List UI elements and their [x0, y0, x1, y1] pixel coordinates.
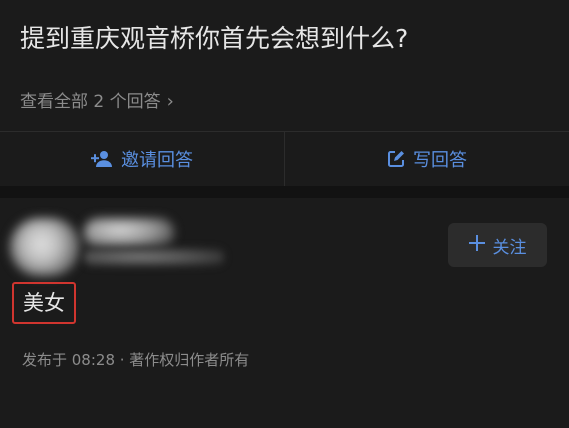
view-all-label: 查看全部 2 个回答	[20, 92, 161, 112]
question-card: 提到重庆观音桥你首先会想到什么? 查看全部 2 个回答 › 邀请回答 写回答	[0, 0, 569, 186]
invite-answer-label: 邀请回答	[121, 149, 193, 171]
plus-icon	[468, 234, 485, 256]
author-name-blurred[interactable]	[84, 218, 234, 266]
answer-meta: 发布于 08:28 · 著作权归作者所有	[22, 351, 250, 369]
write-answer-button[interactable]: 写回答	[285, 131, 569, 186]
view-all-answers-link[interactable]: 查看全部 2 个回答 ›	[20, 90, 174, 114]
avatar[interactable]	[10, 218, 80, 276]
chevron-right-icon: ›	[166, 91, 174, 112]
follow-label: 关注	[492, 237, 527, 258]
author-bio-blur	[84, 248, 224, 266]
answer-card: 关注 美女 发布于 08:28 · 著作权归作者所有	[0, 198, 569, 428]
write-answer-label: 写回答	[413, 149, 467, 171]
question-title[interactable]: 提到重庆观音桥你首先会想到什么?	[20, 22, 408, 56]
invite-answer-button[interactable]: 邀请回答	[0, 131, 284, 186]
edit-icon	[387, 150, 405, 168]
follow-button[interactable]: 关注	[448, 223, 547, 267]
answer-content[interactable]: 美女	[12, 282, 76, 324]
add-person-icon	[91, 150, 113, 168]
author-name-blur	[84, 218, 174, 248]
page: 提到重庆观音桥你首先会想到什么? 查看全部 2 个回答 › 邀请回答 写回答 关…	[0, 0, 569, 428]
